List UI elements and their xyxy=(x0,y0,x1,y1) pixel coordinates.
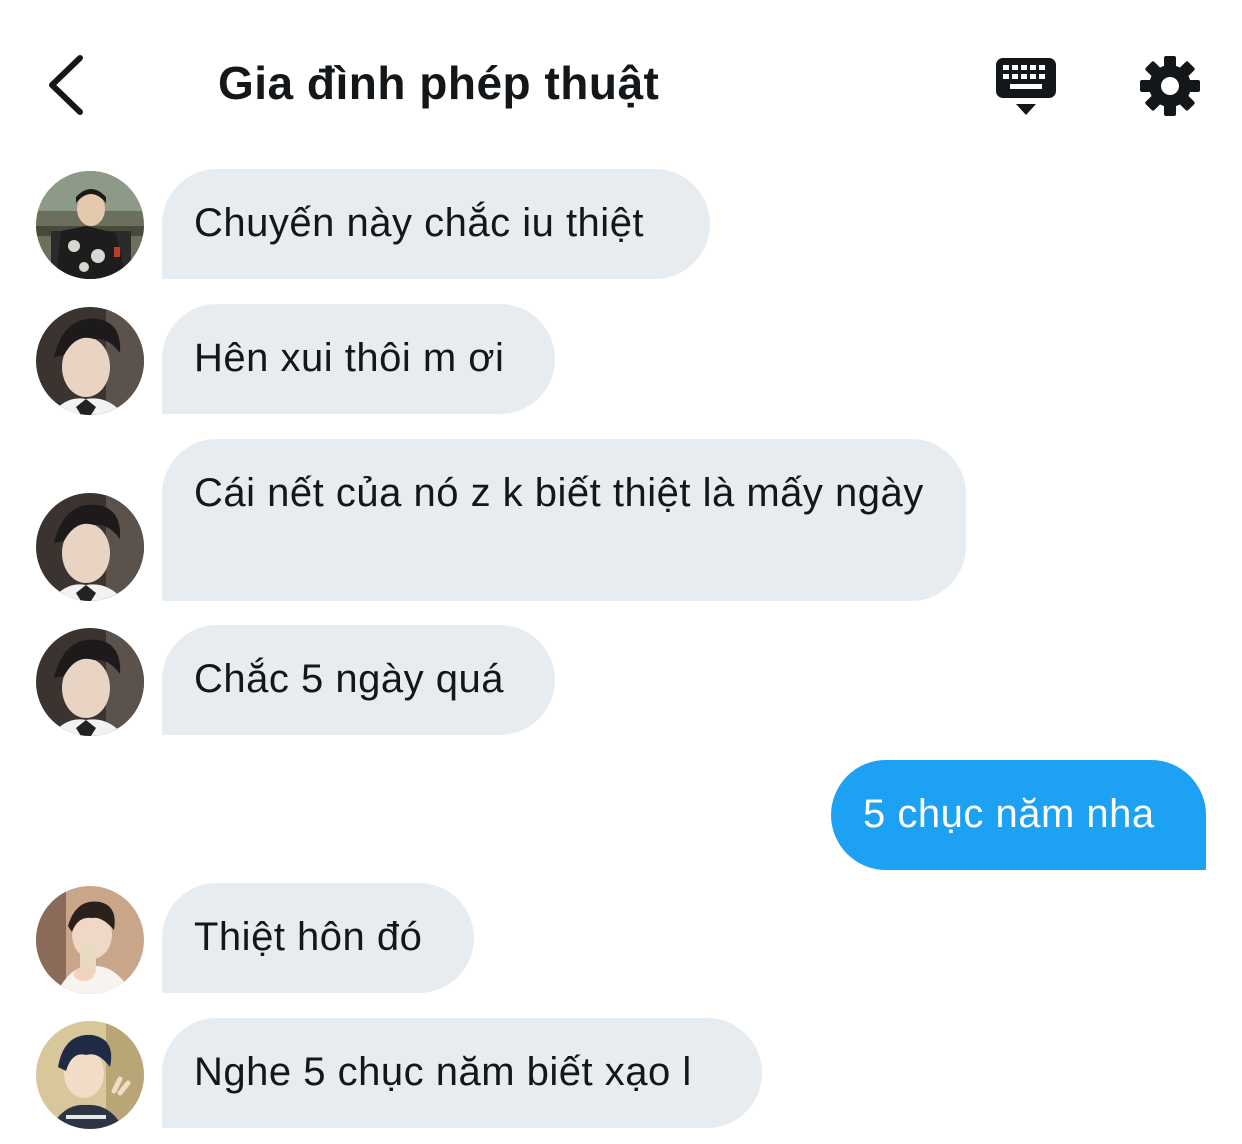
avatar-photo xyxy=(36,1021,144,1129)
message-text: Chắc 5 ngày quá xyxy=(194,657,504,701)
keyboard-icon xyxy=(996,58,1056,115)
message-text: Cái nết của nó z k biết thiệt là mấy ngà… xyxy=(194,471,924,515)
avatar-photo xyxy=(36,628,144,736)
sender-avatar[interactable] xyxy=(36,171,144,279)
avatar-photo xyxy=(36,171,144,279)
message-text: 5 chục năm nha xyxy=(863,792,1155,836)
avatar-photo xyxy=(36,307,144,415)
sender-avatar[interactable] xyxy=(36,1021,144,1129)
back-button[interactable] xyxy=(38,50,94,120)
sender-avatar[interactable] xyxy=(36,493,144,601)
sender-avatar[interactable] xyxy=(36,886,144,994)
sender-avatar[interactable] xyxy=(36,307,144,415)
sender-avatar[interactable] xyxy=(36,628,144,736)
message-bubble[interactable]: Thiệt hôn đó xyxy=(162,883,474,993)
message-text: Nghe 5 chục năm biết xạo l xyxy=(194,1050,692,1094)
chevron-left-icon xyxy=(49,55,83,115)
avatar-photo xyxy=(36,493,144,601)
message-text: Hên xui thôi m ơi xyxy=(194,336,505,380)
message-bubble[interactable]: Cái nết của nó z k biết thiệt là mấy ngà… xyxy=(162,439,966,601)
message-bubble[interactable]: Nghe 5 chục năm biết xạo l xyxy=(162,1018,762,1128)
conversation-title: Gia đình phép thuật xyxy=(218,57,660,109)
message-bubble[interactable]: Chuyến này chắc iu thiệt xyxy=(162,169,710,279)
settings-button[interactable] xyxy=(1138,54,1202,118)
keyboard-button[interactable] xyxy=(994,56,1058,118)
message-bubble-outgoing[interactable]: 5 chục năm nha xyxy=(831,760,1206,870)
conversation-header: Gia đình phép thuật xyxy=(0,0,1242,150)
message-bubble[interactable]: Hên xui thôi m ơi xyxy=(162,304,555,414)
message-text: Chuyến này chắc iu thiệt xyxy=(194,201,645,245)
message-bubble[interactable]: Chắc 5 ngày quá xyxy=(162,625,555,735)
message-text: Thiệt hôn đó xyxy=(194,915,423,959)
avatar-photo xyxy=(36,886,144,994)
gear-icon xyxy=(1140,56,1200,116)
